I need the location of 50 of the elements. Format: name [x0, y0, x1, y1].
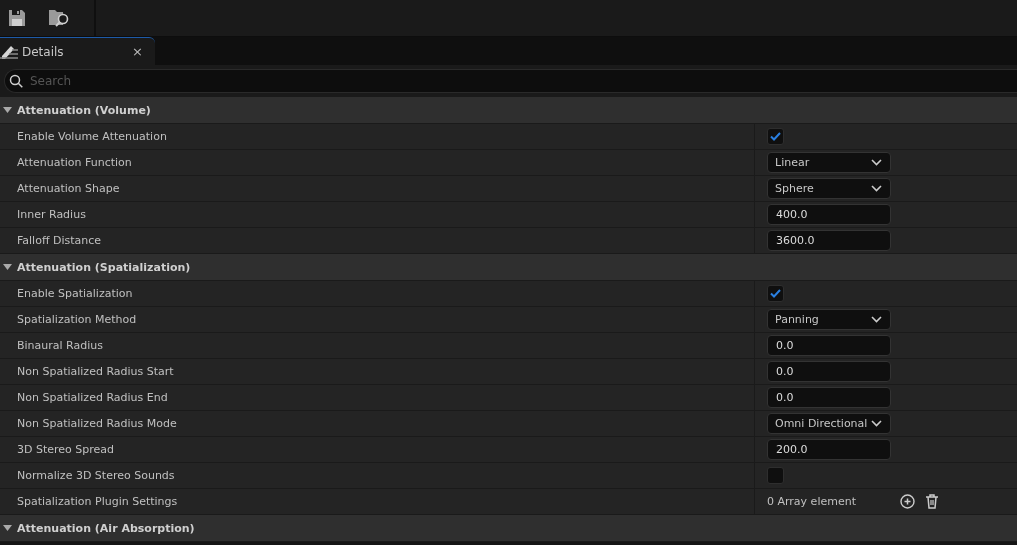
property-label: Non Spatialized Radius Start: [0, 359, 755, 384]
property-label: 3D Stereo Spread: [0, 437, 755, 462]
trash-icon[interactable]: [925, 494, 939, 509]
number-field[interactable]: 400.0: [767, 204, 891, 225]
section-header[interactable]: Attenuation (Volume): [0, 97, 1017, 124]
dropdown[interactable]: Linear: [767, 152, 891, 173]
section-title: Attenuation (Volume): [17, 103, 151, 117]
section-title: Attenuation (Spatialization): [17, 260, 191, 274]
section-title: Attenuation (Air Absorption): [17, 521, 195, 535]
property-label: Inner Radius: [0, 202, 755, 227]
chevron-icon: [871, 159, 882, 166]
search-icon: [9, 74, 23, 88]
chevron-icon: [871, 420, 882, 427]
property-label: Attenuation Function: [0, 150, 755, 175]
array-count: 0 Array element: [767, 495, 856, 508]
save-icon: [8, 9, 26, 27]
search-field[interactable]: Search: [4, 69, 1017, 93]
property-label: Spatialization Method: [0, 307, 755, 332]
checkbox[interactable]: [767, 467, 784, 484]
number-field[interactable]: 0.0: [767, 387, 891, 408]
checkbox[interactable]: [767, 285, 784, 302]
property-label: Falloff Distance: [0, 228, 755, 253]
section-header[interactable]: Attenuation (Air Absorption): [0, 515, 1017, 542]
chevron-icon: [871, 185, 882, 192]
chevron-icon: [871, 316, 882, 323]
property-label: Enable Spatialization: [0, 281, 755, 306]
number-field[interactable]: 200.0: [767, 439, 891, 460]
pencil-icon: [0, 43, 18, 60]
number-field[interactable]: 0.0: [767, 335, 891, 356]
details-tab[interactable]: Details ×: [0, 37, 155, 65]
number-field[interactable]: 0.0: [767, 361, 891, 382]
dropdown[interactable]: Sphere: [767, 178, 891, 199]
number-field[interactable]: 3600.0: [767, 230, 891, 251]
property-label: Spatialization Plugin Settings: [0, 489, 755, 514]
tab-label: Details: [22, 44, 65, 59]
folder-search-icon: [48, 8, 70, 28]
property-label: Non Spatialized Radius Mode: [0, 411, 755, 436]
property-label: Non Spatialized Radius End: [0, 385, 755, 410]
close-icon[interactable]: ×: [132, 44, 143, 59]
check-icon: [770, 289, 781, 298]
property-label: Attenuation Shape: [0, 176, 755, 201]
property-label: Binaural Radius: [0, 333, 755, 358]
section-header[interactable]: Attenuation (Spatialization): [0, 254, 1017, 281]
property-label: Normalize 3D Stereo Sounds: [0, 463, 755, 488]
dropdown[interactable]: Panning: [767, 309, 891, 330]
check-icon: [770, 132, 781, 141]
add-icon[interactable]: [900, 494, 915, 509]
checkbox[interactable]: [767, 128, 784, 145]
property-label: Enable Volume Attenuation: [0, 124, 755, 149]
dropdown[interactable]: Omni Directional: [767, 413, 891, 434]
